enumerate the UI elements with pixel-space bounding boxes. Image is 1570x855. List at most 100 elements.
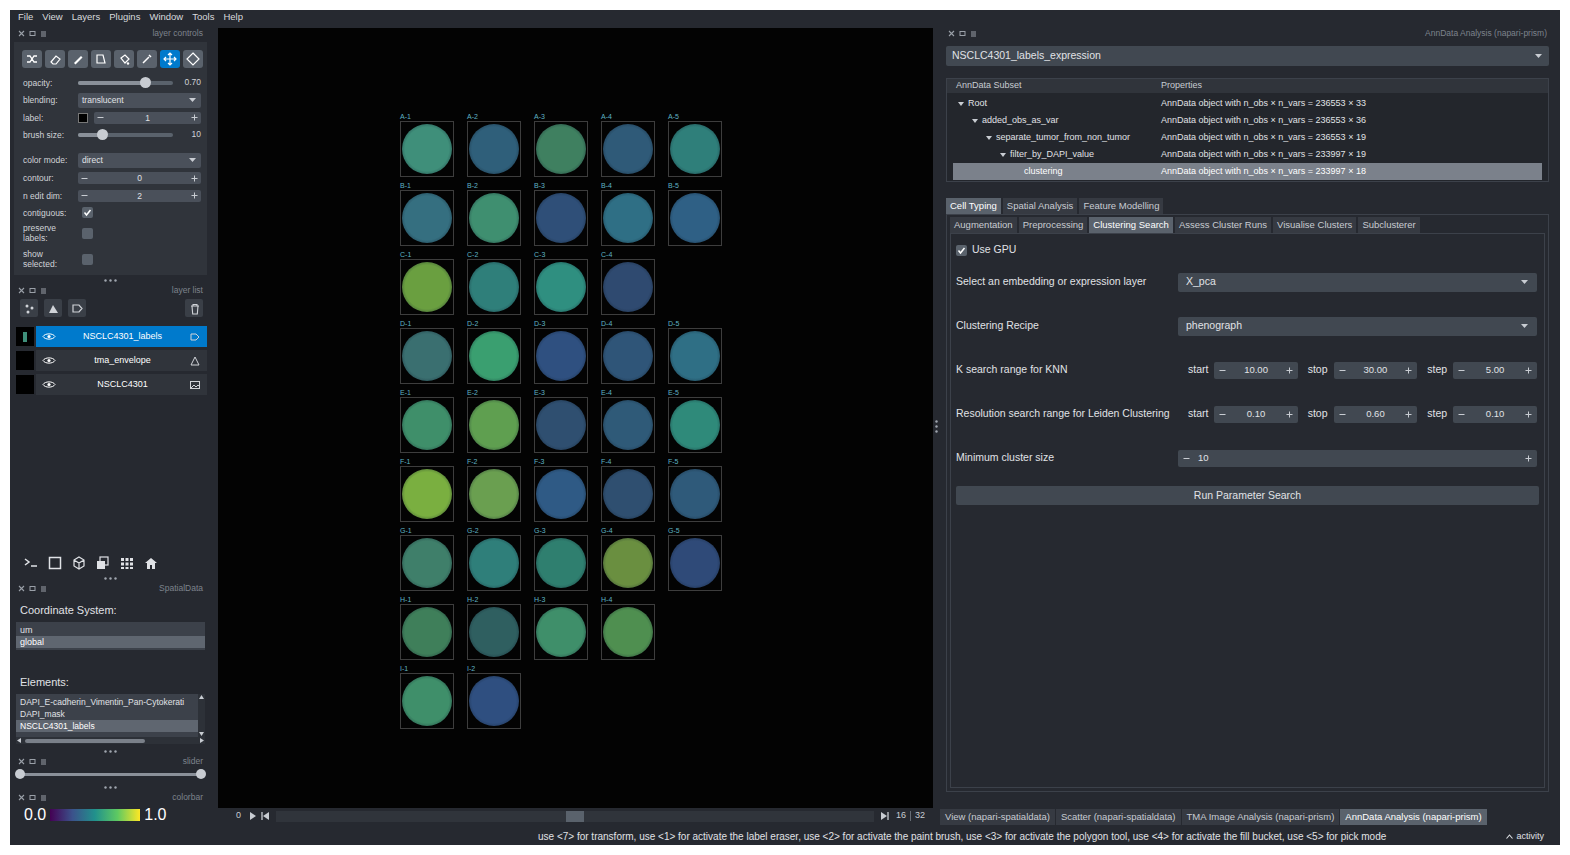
tma-core[interactable]: E-5	[668, 389, 735, 458]
plus-icon[interactable]	[1286, 367, 1293, 374]
toolbar-button[interactable]	[118, 554, 136, 572]
tma-core[interactable]: D-4	[601, 320, 668, 389]
slider-thumb[interactable]	[140, 77, 151, 88]
tma-core[interactable]: D-5	[668, 320, 735, 389]
tab[interactable]: Spatial Analysis	[1003, 198, 1078, 214]
dock-tab[interactable]: Scatter (napari-spatialdata)	[1056, 809, 1181, 825]
plus-icon[interactable]	[191, 192, 198, 199]
tma-core[interactable]: G-1	[400, 527, 467, 596]
tma-core[interactable]: D-2	[467, 320, 534, 389]
float-icon[interactable]	[29, 758, 36, 765]
tma-core[interactable]: F-3	[534, 458, 601, 527]
dock-tab[interactable]: AnnData Analysis (napari-prism)	[1340, 809, 1486, 825]
collapse-icon[interactable]	[40, 30, 47, 37]
layer-action-button[interactable]	[185, 299, 203, 317]
checkbox[interactable]	[82, 207, 93, 218]
range-slider-high-handle[interactable]	[196, 769, 206, 779]
menu-item[interactable]: View	[39, 10, 65, 24]
tma-core[interactable]: A-4	[601, 113, 668, 182]
minus-icon[interactable]	[1458, 367, 1465, 374]
minus-icon[interactable]	[1339, 367, 1346, 374]
spinbox[interactable]: 0.10	[1453, 406, 1537, 423]
viewer-canvas[interactable]: A-1A-2A-3A-4A-5B-1B-2B-3B-4B-5C-1C-2C-3C…	[218, 28, 933, 808]
tma-core[interactable]: F-5	[668, 458, 735, 527]
tool-button[interactable]	[160, 50, 180, 68]
horizontal-scrollbar[interactable]	[16, 737, 205, 744]
checkbox[interactable]	[956, 245, 967, 256]
tool-button[interactable]	[137, 50, 157, 68]
tma-core[interactable]: B-3	[534, 182, 601, 251]
coordinate-system-item[interactable]: um	[16, 624, 205, 636]
dock-tab[interactable]: View (napari-spatialdata)	[940, 809, 1055, 825]
close-icon[interactable]	[948, 30, 955, 37]
dock-splitter[interactable]	[933, 24, 940, 828]
minus-icon[interactable]	[97, 114, 104, 121]
toolbar-button[interactable]	[142, 554, 160, 572]
tma-core[interactable]: A-3	[534, 113, 601, 182]
tma-core[interactable]: H-4	[601, 596, 668, 665]
layer-row[interactable]: NSCLC4301_labels	[14, 326, 207, 347]
float-icon[interactable]	[29, 287, 36, 294]
dims-thumb[interactable]	[566, 811, 584, 822]
tma-core[interactable]: F-2	[467, 458, 534, 527]
plus-icon[interactable]	[191, 175, 198, 182]
tma-core[interactable]: G-4	[601, 527, 668, 596]
tma-core[interactable]: A-2	[467, 113, 534, 182]
layer-action-button[interactable]	[68, 299, 86, 317]
range-slider-low-handle[interactable]	[15, 769, 25, 779]
close-icon[interactable]	[18, 30, 25, 37]
last-frame-icon[interactable]	[880, 811, 890, 821]
collapse-icon[interactable]	[970, 30, 977, 37]
spinbox[interactable]: 0	[78, 172, 201, 184]
tool-button[interactable]	[22, 50, 42, 68]
layer-row[interactable]: tma_envelope	[14, 350, 207, 371]
close-icon[interactable]	[18, 287, 25, 294]
tma-core[interactable]: B-4	[601, 182, 668, 251]
sub-tab[interactable]: Visualise Clusters	[1273, 217, 1356, 233]
minus-icon[interactable]	[1219, 367, 1226, 374]
collapse-icon[interactable]	[40, 287, 47, 294]
tma-core[interactable]: D-1	[400, 320, 467, 389]
tma-core[interactable]: C-4	[601, 251, 668, 320]
tma-core[interactable]: B-5	[668, 182, 735, 251]
toolbar-button[interactable]	[22, 554, 40, 572]
spinbox[interactable]: 0.10	[1214, 406, 1297, 423]
eye-icon[interactable]	[42, 332, 56, 341]
tma-core[interactable]: B-1	[400, 182, 467, 251]
tma-core[interactable]: F-4	[601, 458, 668, 527]
menu-item[interactable]: Tools	[189, 10, 217, 24]
coordinate-system-item[interactable]: global	[16, 636, 205, 648]
tma-core[interactable]: E-1	[400, 389, 467, 458]
menu-item[interactable]: Help	[220, 10, 246, 24]
tma-core[interactable]: E-4	[601, 389, 668, 458]
tma-core[interactable]: H-3	[534, 596, 601, 665]
checkbox[interactable]	[82, 228, 93, 239]
minus-icon[interactable]	[1183, 455, 1190, 462]
tma-core[interactable]: B-2	[467, 182, 534, 251]
resize-handle[interactable]	[14, 573, 207, 583]
tma-core[interactable]: H-2	[467, 596, 534, 665]
tma-core[interactable]: H-1	[400, 596, 467, 665]
tma-core[interactable]: E-2	[467, 389, 534, 458]
tree-row[interactable]: separate_tumor_from_non_tumorAnnData obj…	[953, 129, 1542, 146]
minus-icon[interactable]	[81, 192, 88, 199]
tma-core[interactable]: G-2	[467, 527, 534, 596]
expanded-arrow-icon[interactable]	[957, 100, 965, 108]
spinbox[interactable]: 30.00	[1334, 362, 1418, 379]
tab[interactable]: Feature Modelling	[1079, 198, 1163, 214]
tab[interactable]: Cell Typing	[946, 198, 1001, 214]
tma-core[interactable]: I-2	[467, 665, 534, 734]
tool-button[interactable]	[114, 50, 134, 68]
close-icon[interactable]	[18, 758, 25, 765]
float-icon[interactable]	[959, 30, 966, 37]
plus-icon[interactable]	[1405, 411, 1412, 418]
dropdown[interactable]: translucent	[78, 93, 201, 108]
dataset-dropdown[interactable]: NSCLC4301_labels_expression	[946, 46, 1549, 66]
sub-tab[interactable]: Clustering Search	[1089, 217, 1173, 233]
toolbar-button[interactable]	[70, 554, 88, 572]
plus-icon[interactable]	[1525, 411, 1532, 418]
collapse-icon[interactable]	[40, 794, 47, 801]
tool-button[interactable]	[45, 50, 65, 68]
plus-icon[interactable]	[1525, 455, 1532, 462]
expanded-arrow-icon[interactable]	[971, 117, 979, 125]
